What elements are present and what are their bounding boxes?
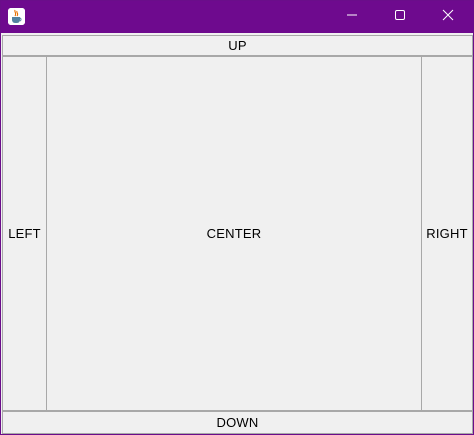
java-coffee-cup-icon[interactable] xyxy=(8,8,25,25)
application-window: UP LEFT CENTER RIGHT DOWN xyxy=(0,0,474,435)
right-button-label: RIGHT xyxy=(426,226,468,241)
center-button-label: CENTER xyxy=(206,226,262,241)
close-icon xyxy=(442,8,454,26)
down-button[interactable]: DOWN xyxy=(2,411,473,434)
left-button-label: LEFT xyxy=(8,226,41,241)
title-bar[interactable] xyxy=(1,1,473,33)
maximize-icon xyxy=(394,8,406,26)
minimize-button[interactable] xyxy=(328,1,376,33)
up-button[interactable]: UP xyxy=(2,35,473,56)
up-button-label: UP xyxy=(228,38,247,53)
close-button[interactable] xyxy=(424,1,472,33)
maximize-button[interactable] xyxy=(376,1,424,33)
center-button[interactable]: CENTER xyxy=(46,56,422,411)
down-button-label: DOWN xyxy=(216,415,259,430)
right-button[interactable]: RIGHT xyxy=(421,56,473,411)
minimize-icon xyxy=(346,8,358,26)
left-button[interactable]: LEFT xyxy=(2,56,47,411)
